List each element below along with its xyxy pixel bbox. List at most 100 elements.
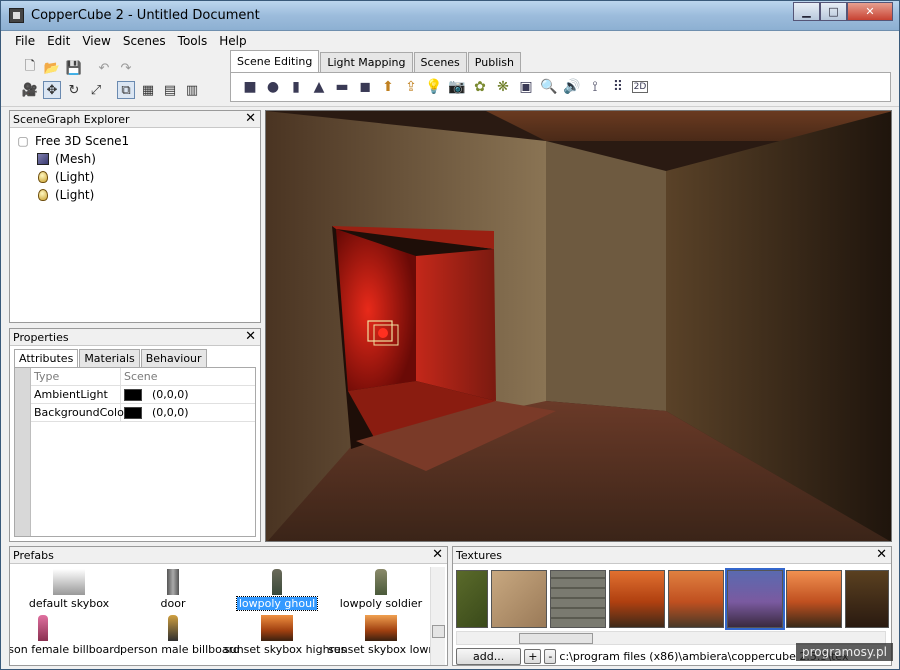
maximize-button[interactable]: □ [820, 2, 847, 21]
prefabs-scrollbar[interactable] [430, 567, 445, 665]
tree-root[interactable]: ▢ Free 3D Scene1 [16, 132, 260, 150]
prefab-item[interactable]: sunset skybox highres [222, 615, 346, 656]
redo-icon[interactable]: ↷ [117, 59, 135, 77]
property-name: BackgroundColor [31, 404, 128, 421]
prefab-label: default skybox [28, 597, 110, 610]
property-value[interactable]: (0,0,0) [121, 386, 255, 403]
scrollbar-thumb[interactable] [432, 625, 445, 638]
prefab-item[interactable]: door [118, 569, 228, 610]
property-value[interactable]: (0,0,0) [121, 404, 255, 421]
billboard-icon[interactable]: ✿ [471, 78, 489, 96]
tree-item-light[interactable]: (Light) [16, 186, 260, 204]
prefab-item-selected[interactable]: lowpoly ghoul [222, 569, 332, 611]
prefab-label: lowpoly soldier [339, 597, 423, 610]
menu-scenes[interactable]: Scenes [117, 32, 172, 51]
prefab-item[interactable]: default skybox [14, 569, 124, 610]
property-row-background-color[interactable]: BackgroundColor (0,0,0) [15, 404, 255, 422]
path-icon[interactable]: ⟟ [586, 78, 604, 96]
menu-edit[interactable]: Edit [41, 32, 76, 51]
window-title: CopperCube 2 - Untitled Document [31, 8, 260, 23]
prefab-item[interactable]: lowpoly soldier [326, 569, 436, 610]
prefab-item[interactable]: person female billboard [10, 615, 121, 656]
close-button[interactable]: ✕ [847, 2, 893, 21]
prefab-item[interactable]: sunset skybox lowres [326, 615, 445, 656]
zoom-out-button[interactable]: - [544, 649, 557, 664]
color-swatch[interactable] [124, 388, 142, 401]
close-icon[interactable]: ✕ [876, 547, 887, 562]
grid-gutter [15, 368, 31, 536]
grid-icon[interactable]: ⠿ [609, 78, 627, 96]
sunset-thumbnail [261, 615, 293, 641]
3d-viewport[interactable] [265, 110, 892, 542]
property-row-ambient-light[interactable]: AmbientLight (0,0,0) [15, 386, 255, 404]
menu-tools[interactable]: Tools [172, 32, 214, 51]
undo-icon[interactable]: ↶ [95, 59, 113, 77]
tab-light-mapping[interactable]: Light Mapping [320, 52, 413, 72]
view-top-icon[interactable]: ▦ [139, 81, 157, 99]
tab-publish[interactable]: Publish [467, 52, 522, 72]
mesh-icon[interactable]: ◼ [356, 78, 374, 96]
view-front-icon[interactable]: ▤ [161, 81, 179, 99]
tab-scene-editing[interactable]: Scene Editing [230, 50, 320, 72]
camera-add-icon[interactable]: 📷 [448, 78, 466, 96]
plane-icon[interactable]: ▬ [333, 78, 351, 96]
skybox-icon[interactable]: ▣ [517, 78, 535, 96]
close-icon[interactable]: ✕ [245, 111, 256, 126]
grid-header-scene: Scene [124, 370, 158, 383]
sphere-icon[interactable]: ● [264, 78, 282, 96]
minimize-button[interactable]: ▁ [793, 2, 820, 21]
tab-behaviour[interactable]: Behaviour [140, 349, 207, 367]
texture-thumbnail[interactable] [550, 570, 606, 628]
zoom-in-button[interactable]: + [524, 649, 542, 664]
rotate-icon[interactable]: ↻ [65, 81, 83, 99]
particle-icon[interactable]: ❋ [494, 78, 512, 96]
import-mesh-icon[interactable]: ⬆ [379, 78, 397, 96]
view-perspective-icon[interactable]: ⧉ [117, 81, 135, 99]
2d-overlay-icon[interactable]: 2D [632, 81, 648, 93]
light-bulb-icon[interactable]: 💡 [425, 78, 443, 96]
new-document-icon[interactable]: 🗋 [21, 59, 39, 77]
app-window: CopperCube 2 - Untitled Document ▁ □ ✕ F… [0, 0, 900, 670]
close-icon[interactable]: ✕ [245, 329, 256, 344]
open-folder-icon[interactable]: 📂 [43, 59, 61, 77]
tab-materials[interactable]: Materials [79, 349, 140, 367]
color-swatch[interactable] [124, 406, 142, 419]
texture-thumbnail[interactable] [609, 570, 665, 628]
tree-item-light[interactable]: (Light) [16, 168, 260, 186]
tab-scenes[interactable]: Scenes [413, 52, 467, 72]
menu-help[interactable]: Help [213, 32, 252, 51]
minimize-icon: ▁ [802, 5, 811, 18]
scene-render [266, 111, 891, 541]
menu-view[interactable]: View [76, 32, 116, 51]
save-icon[interactable]: 💾 [65, 59, 83, 77]
view-side-icon[interactable]: ▥ [183, 81, 201, 99]
scale-icon[interactable]: ⤢ [87, 81, 105, 99]
tree-item-mesh[interactable]: (Mesh) [16, 150, 260, 168]
texture-thumbnail-selected[interactable] [725, 568, 785, 630]
import-static-icon[interactable]: ⇪ [402, 78, 420, 96]
texture-thumbnail[interactable] [786, 570, 842, 628]
texture-thumbnail[interactable] [491, 570, 547, 628]
texture-thumbnail[interactable] [456, 570, 488, 628]
camera-icon[interactable]: 🎥 [21, 81, 39, 99]
close-icon[interactable]: ✕ [432, 547, 443, 562]
sound-icon[interactable]: 🔊 [563, 78, 581, 96]
cube-icon[interactable]: ■ [241, 78, 259, 96]
prefabs-header: Prefabs ✕ [10, 547, 447, 564]
scrollbar-thumb[interactable] [519, 633, 593, 644]
search-icon[interactable]: 🔍 [540, 78, 558, 96]
texture-thumbnail[interactable] [668, 570, 724, 628]
move-icon[interactable]: ✥ [43, 81, 61, 99]
properties-grid: Type Scene AmbientLight (0,0,0) Backgrou… [14, 367, 256, 537]
texture-thumbnail[interactable] [845, 570, 889, 628]
scenegraph-header: SceneGraph Explorer ✕ [10, 111, 260, 128]
scene-editing-ribbon: ■ ● ▮ ▲ ▬ ◼ ⬆ ⇪ 💡 📷 ✿ ❋ ▣ 🔍 🔊 ⟟ ⠿ 2D [230, 72, 891, 102]
menu-file[interactable]: File [9, 32, 41, 51]
cylinder-icon[interactable]: ▮ [287, 78, 305, 96]
prefab-item[interactable]: person male billboard [118, 615, 240, 656]
cone-icon[interactable]: ▲ [310, 78, 328, 96]
add-texture-button[interactable]: add... [456, 648, 522, 665]
grid-header-type: Type [31, 368, 121, 385]
tab-attributes[interactable]: Attributes [14, 349, 79, 367]
title-bar[interactable]: CopperCube 2 - Untitled Document ▁ □ ✕ [1, 1, 899, 31]
